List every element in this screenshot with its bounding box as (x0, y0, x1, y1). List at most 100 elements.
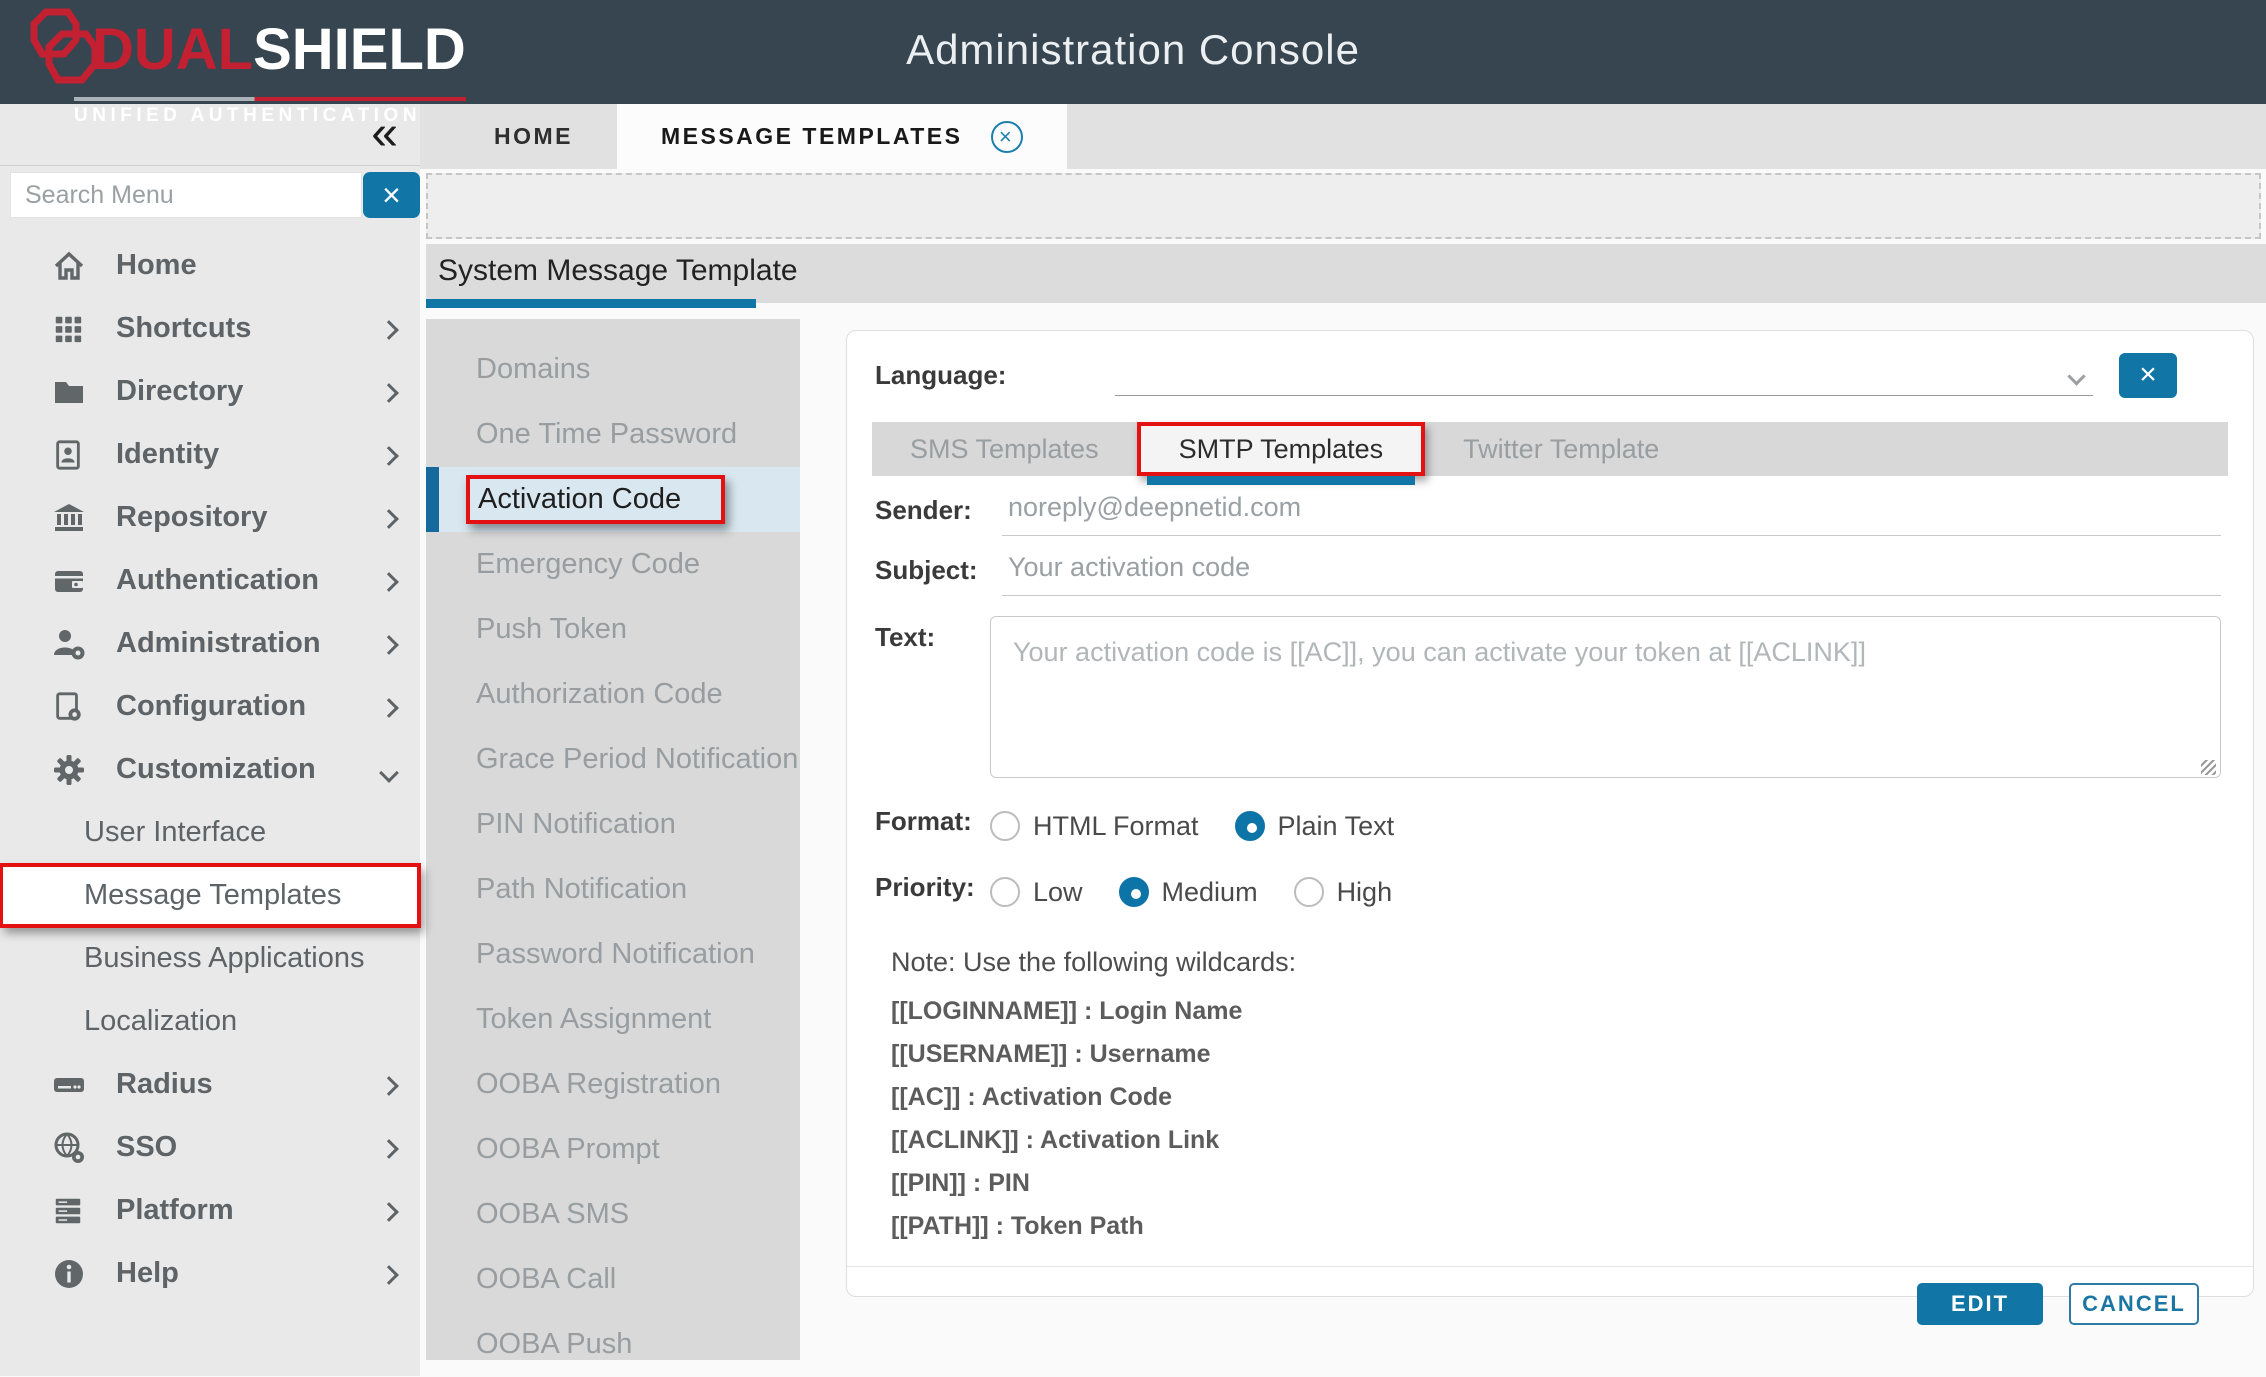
sidebar-item-platform[interactable]: Platform (0, 1179, 420, 1242)
radio-label[interactable]: HTML Format (1033, 811, 1199, 842)
radio-label[interactable]: Low (1033, 877, 1083, 908)
sidebar-item-sso[interactable]: SSO (0, 1116, 420, 1179)
subject-input[interactable] (1002, 552, 2221, 596)
template-type-tabs: SMS Templates SMTP Templates Twitter Tem… (872, 422, 2228, 476)
sidebar-search: × (10, 172, 420, 218)
sidebar-item-business-applications[interactable]: Business Applications (0, 927, 420, 990)
sidebar-item-authentication[interactable]: Authentication (0, 549, 420, 612)
tab-home[interactable]: HOME (450, 104, 617, 169)
button-divider (847, 1266, 2253, 1267)
submenu-item-push-token[interactable]: Push Token (426, 597, 800, 662)
annotation-red-box: Activation Code (466, 475, 725, 524)
chevron-right-icon (382, 501, 396, 534)
folder-icon (52, 375, 92, 409)
sidebar-item-shortcuts[interactable]: Shortcuts (0, 297, 420, 360)
active-section-underline (426, 299, 756, 308)
sidebar-item-home[interactable]: Home (0, 234, 420, 297)
edit-button[interactable]: EDIT (1917, 1283, 2043, 1325)
globe-gear-icon (52, 1131, 92, 1165)
chevron-right-icon (382, 1131, 396, 1164)
user-gear-icon (52, 627, 92, 661)
chevron-right-icon (382, 312, 396, 345)
submenu-item-activation-code[interactable]: Activation Code (426, 467, 800, 532)
radio-priority-medium[interactable] (1119, 877, 1149, 907)
submenu-item-pin-notification[interactable]: PIN Notification (426, 792, 800, 857)
sender-input[interactable] (1002, 492, 2221, 536)
sidebar-item-configuration[interactable]: Configuration (0, 675, 420, 738)
submenu-item-ooba-push[interactable]: OOBA Push (426, 1312, 800, 1377)
subject-label: Subject: (875, 555, 1002, 596)
radio-priority-low[interactable] (990, 877, 1020, 907)
search-clear-button[interactable]: × (363, 172, 420, 218)
template-form-panel: Language: × SMS Templates SMTP Templates… (846, 330, 2254, 1297)
close-icon[interactable]: × (991, 121, 1023, 153)
submenu-item-ooba-call[interactable]: OOBA Call (426, 1247, 800, 1312)
submenu-item-authorization-code[interactable]: Authorization Code (426, 662, 800, 727)
sidebar-item-label: Directory (116, 375, 243, 408)
search-input[interactable] (10, 172, 362, 218)
radio-plain-text[interactable] (1235, 811, 1265, 841)
chevron-down-icon (382, 752, 396, 788)
sidebar-item-label: Help (116, 1257, 179, 1290)
submenu-label: OOBA Prompt (476, 1133, 660, 1166)
submenu-label: Password Notification (476, 938, 755, 971)
priority-row: Priority: Low Medium High (875, 875, 2221, 909)
chevron-right-icon (382, 375, 396, 408)
submenu-item-ooba-prompt[interactable]: OOBA Prompt (426, 1117, 800, 1182)
sidebar-item-user-interface[interactable]: User Interface (0, 801, 420, 864)
submenu-item-token-assignment[interactable]: Token Assignment (426, 987, 800, 1052)
sidebar-item-label: Message Templates (84, 879, 341, 912)
chevron-right-icon (382, 438, 396, 471)
sidebar-item-help[interactable]: Help (0, 1242, 420, 1305)
language-clear-button[interactable]: × (2119, 353, 2177, 398)
text-input[interactable] (990, 616, 2221, 778)
sidebar-item-label: SSO (116, 1131, 177, 1164)
submenu-item-grace-period-notification[interactable]: Grace Period Notification (426, 727, 800, 792)
sidebar-item-identity[interactable]: Identity (0, 423, 420, 486)
submenu-item-ooba-registration[interactable]: OOBA Registration (426, 1052, 800, 1117)
home-icon (52, 249, 92, 283)
radio-priority-high[interactable] (1294, 877, 1324, 907)
logo-wordmark: DUALSHIELD (92, 21, 466, 79)
logo-divider (74, 97, 466, 101)
tab-smtp-templates[interactable]: SMTP Templates (1137, 422, 1426, 476)
sidebar-item-directory[interactable]: Directory (0, 360, 420, 423)
submenu-item-ooba-sms[interactable]: OOBA SMS (426, 1182, 800, 1247)
sidebar-item-localization[interactable]: Localization (0, 990, 420, 1053)
format-label: Format: (875, 806, 990, 847)
language-select[interactable] (1115, 354, 2093, 396)
submenu-item-emergency-code[interactable]: Emergency Code (426, 532, 800, 597)
info-icon (52, 1257, 92, 1291)
tab-twitter-template[interactable]: Twitter Template (1425, 422, 1697, 476)
tab-message-templates[interactable]: MESSAGE TEMPLATES × (617, 104, 1067, 169)
submenu-item-path-notification[interactable]: Path Notification (426, 857, 800, 922)
submenu-item-domains[interactable]: Domains (426, 337, 800, 402)
section-header: System Message Template (426, 244, 2266, 303)
language-label: Language: (875, 360, 1115, 391)
sidebar-item-administration[interactable]: Administration (0, 612, 420, 675)
sidebar-item-radius[interactable]: Radius (0, 1053, 420, 1116)
sidebar-item-label: Authentication (116, 564, 319, 597)
radio-label[interactable]: Medium (1162, 877, 1258, 908)
clear-icon: × (382, 177, 401, 213)
radio-label[interactable]: High (1337, 877, 1393, 908)
radio-html-format[interactable] (990, 811, 1020, 841)
radio-label[interactable]: Plain Text (1278, 811, 1395, 842)
language-row: Language: × (875, 352, 2225, 398)
cancel-button[interactable]: CANCEL (2069, 1283, 2199, 1325)
wildcard-item: [[LOGINNAME]] : Login Name (891, 990, 2253, 1033)
tab-label: MESSAGE TEMPLATES (661, 123, 963, 150)
tab-sms-templates[interactable]: SMS Templates (872, 422, 1137, 476)
sidebar-item-customization[interactable]: Customization (0, 738, 420, 801)
sidebar-item-label: Customization (116, 753, 316, 786)
submenu-item-one-time-password[interactable]: One Time Password (426, 402, 800, 467)
sidebar-item-label: Configuration (116, 690, 306, 723)
clear-icon: × (2139, 358, 2157, 391)
sidebar-item-repository[interactable]: Repository (0, 486, 420, 549)
wildcards-note: Note: Use the following wildcards: (891, 947, 2253, 978)
submenu-label: Emergency Code (476, 548, 700, 581)
chevron-down-icon (2067, 367, 2085, 385)
sidebar-item-message-templates[interactable]: Message Templates (0, 864, 420, 927)
submenu-item-password-notification[interactable]: Password Notification (426, 922, 800, 987)
resize-handle[interactable] (2201, 760, 2216, 775)
